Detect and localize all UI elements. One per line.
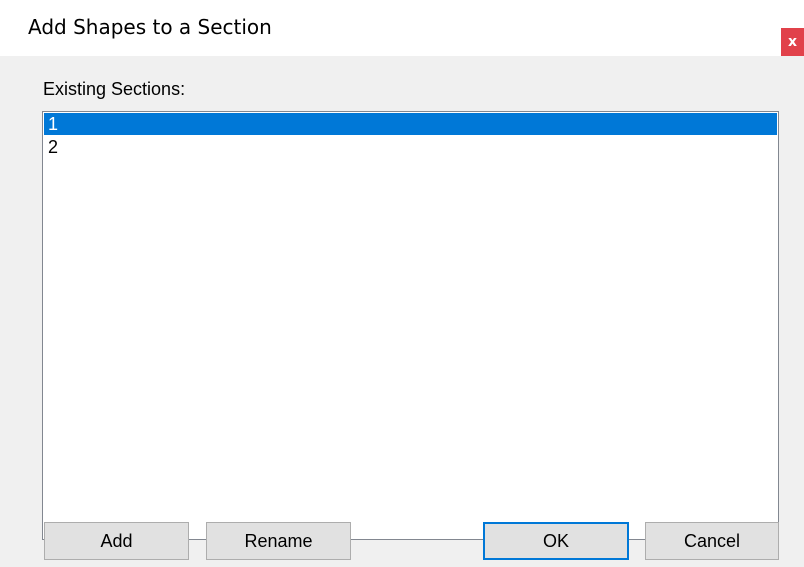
ok-button[interactable]: OK	[483, 522, 629, 560]
close-icon: x	[787, 34, 798, 50]
cancel-button[interactable]: Cancel	[645, 522, 779, 560]
close-button[interactable]: x	[781, 28, 804, 56]
add-button[interactable]: Add	[44, 522, 189, 560]
sections-listbox[interactable]: 1 2	[42, 111, 779, 540]
list-item[interactable]: 2	[44, 136, 777, 158]
rename-button[interactable]: Rename	[206, 522, 351, 560]
existing-sections-label: Existing Sections:	[43, 79, 186, 99]
dialog-body: Existing Sections: 1 2 Add Rename OK Can…	[0, 56, 804, 567]
dialog-title: Add Shapes to a Section	[28, 15, 272, 39]
add-shapes-dialog: Add Shapes to a Section x Existing Secti…	[0, 0, 804, 567]
list-item[interactable]: 1	[44, 113, 777, 135]
title-bar: Add Shapes to a Section x	[0, 0, 804, 56]
